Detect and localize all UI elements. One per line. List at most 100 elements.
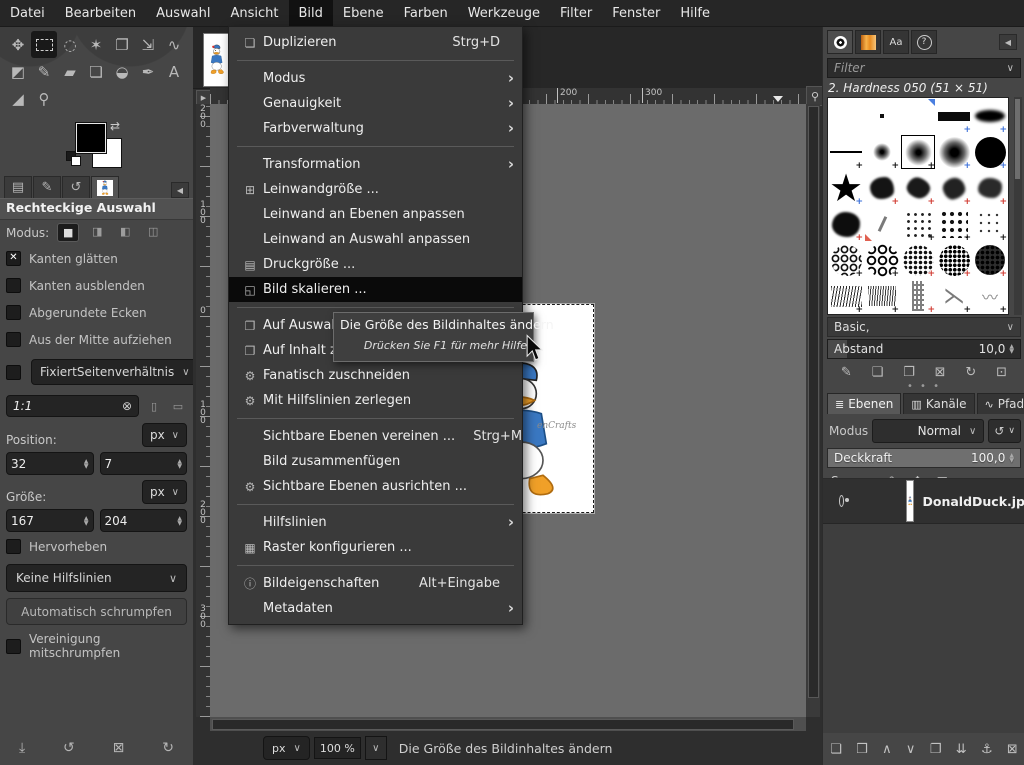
layer-row[interactable]: DonaldDuck.jp — [823, 479, 1024, 524]
brush-cell-cells-a[interactable]: + — [828, 242, 864, 278]
menubar-item-bearbeiten[interactable]: Bearbeiten — [55, 0, 146, 26]
portrait-orientation-button[interactable]: ▯ — [145, 398, 163, 414]
fixed-checkbox[interactable] — [6, 365, 21, 380]
brushes-tab[interactable] — [827, 30, 853, 54]
duplicate-brush-button[interactable]: ❐ — [903, 365, 915, 380]
vertical-scrollbar[interactable] — [806, 104, 820, 717]
paths-tool[interactable]: ✒ — [135, 58, 161, 85]
zoom-tool[interactable]: ⚲ — [31, 85, 57, 112]
menu-item-modus[interactable]: Modus› — [229, 66, 522, 91]
brush-cell-circle[interactable]: + — [972, 134, 1008, 170]
delete-layer-button[interactable]: ⊠ — [1007, 742, 1018, 757]
aus-der-mitte-aufziehen-checkbox[interactable] — [6, 332, 21, 347]
duplicate-layer-button[interactable]: ❐ — [930, 742, 942, 757]
opacity-slider[interactable]: Deckkraft 100,0 ▲▼ — [827, 448, 1021, 468]
collapse-dock-button[interactable]: ◀ — [171, 182, 189, 198]
mode-subtract-button[interactable]: ◧ — [115, 223, 135, 240]
landscape-orientation-button[interactable]: ▭ — [169, 398, 187, 414]
mode-replace-button[interactable]: ■ — [57, 223, 79, 242]
refresh-brushes-button[interactable]: ↻ — [965, 365, 976, 380]
menubar-item-fenster[interactable]: Fenster — [602, 0, 670, 26]
menubar-item-bild[interactable]: Bild — [289, 0, 333, 26]
size-width-field[interactable]: 167 ▲▼ — [6, 509, 94, 532]
brush-cell-grain-b[interactable]: + — [936, 242, 972, 278]
brush-cell-splat-a[interactable]: + — [864, 170, 900, 206]
brush-cell-scratch-a[interactable]: + — [828, 278, 864, 314]
spinner-arrows-icon[interactable]: ▲▼ — [84, 516, 89, 526]
guides-dropdown[interactable]: Keine Hilfslinien ∨ — [6, 564, 187, 592]
menubar-item-hilfe[interactable]: Hilfe — [670, 0, 720, 26]
size-height-field[interactable]: 204 ▲▼ — [100, 509, 188, 532]
menubar-item-auswahl[interactable]: Auswahl — [146, 0, 220, 26]
brush-cell-soft-s[interactable]: + — [864, 134, 900, 170]
brush-cell-ellipse[interactable]: + — [972, 98, 1008, 134]
menubar-item-ebene[interactable]: Ebene — [333, 0, 394, 26]
image-tab-thumbnail[interactable] — [203, 33, 230, 87]
brush-cell-dot-tiny[interactable] — [864, 98, 900, 134]
menubar-item-farben[interactable]: Farben — [394, 0, 458, 26]
brush-cell-slash[interactable] — [864, 206, 900, 242]
menu-item-mit-hilfslinien-zerlegen[interactable]: ⚙Mit Hilfslinien zerlegen — [229, 388, 522, 413]
restore-tool-options-button[interactable]: ↺ — [63, 740, 75, 756]
menu-item-leinwand-an-auswahl-anpassen[interactable]: Leinwand an Auswahl anpassen — [229, 227, 522, 252]
undo-history-tab[interactable]: ↺ — [62, 176, 90, 198]
edit-brush-button[interactable]: ✎ — [841, 365, 852, 380]
menu-item-duplizieren[interactable]: ❏DuplizierenStrg+D — [229, 30, 522, 55]
menubar-item-datei[interactable]: Datei — [0, 0, 55, 26]
brush-cell-soft-m[interactable]: + — [900, 134, 936, 170]
brush-cell-blank[interactable] — [900, 98, 936, 134]
images-tab[interactable] — [91, 176, 119, 198]
brush-cell-splat-d[interactable]: + — [972, 170, 1008, 206]
statusbar-unit-dropdown[interactable]: px ∨ — [263, 736, 310, 760]
brush-cell-grain-a[interactable]: + — [900, 242, 936, 278]
clone-tool[interactable]: ❏ — [83, 58, 109, 85]
vertical-ruler[interactable]: 2001000100200300 — [196, 104, 210, 717]
document-history-tab[interactable]: ? — [911, 30, 937, 54]
menu-item-druckgröße[interactable]: ▤Druckgröße ... — [229, 252, 522, 277]
mode-intersect-button[interactable]: ◫ — [143, 223, 163, 240]
canvas-menu-button[interactable]: ▶ — [196, 90, 211, 105]
brush-cell-star[interactable]: ★+ — [828, 170, 864, 206]
color-picker-tool[interactable]: ◢ — [5, 85, 31, 112]
layer-mode-switch-button[interactable]: ↺ ∨ — [988, 419, 1021, 443]
reset-tool-options-button[interactable]: ↻ — [162, 740, 174, 756]
bucket-fill-tool[interactable]: ◩ — [5, 58, 31, 85]
kanten-ausblenden-checkbox[interactable] — [6, 278, 21, 293]
menu-item-sichtbare-ebenen-ausrichten[interactable]: ⚙Sichtbare Ebenen ausrichten ... — [229, 474, 522, 499]
horizontal-scrollbar[interactable] — [210, 717, 806, 731]
unified-transform-tool[interactable]: ⇲ — [135, 31, 161, 58]
eraser-tool[interactable]: ▰ — [57, 58, 83, 85]
menu-item-leinwandgröße[interactable]: ⊞Leinwandgröße ... — [229, 177, 522, 202]
auto-shrink-button[interactable]: Automatisch schrumpfen — [6, 598, 187, 625]
spinner-arrows-icon[interactable]: ▲▼ — [177, 516, 182, 526]
fuzzy-select-tool[interactable]: ✶ — [83, 31, 109, 58]
brush-grid-scrollbar[interactable] — [1014, 97, 1022, 315]
paintbrush-tool[interactable]: ✎ — [31, 58, 57, 85]
scrollbar-thumb[interactable] — [212, 719, 794, 730]
fixed-aspect-button[interactable]: Fixiert Seitenverhältnis ∨ — [31, 359, 199, 385]
zoom-level-field[interactable]: 100 % — [314, 737, 361, 759]
menu-item-hilfslinien[interactable]: Hilfslinien› — [229, 510, 522, 535]
open-brush-as-image-button[interactable]: ⊡ — [996, 365, 1007, 380]
delete-brush-button[interactable]: ⊠ — [935, 365, 946, 380]
save-tool-options-button[interactable]: ⤓ — [19, 740, 25, 756]
menu-item-bild-zusammenfügen[interactable]: Bild zusammenfügen — [229, 449, 522, 474]
swap-colors-icon[interactable]: ⇄ — [110, 119, 120, 133]
delete-tool-options-button[interactable]: ⊠ — [113, 740, 125, 756]
menubar-item-werkzeuge[interactable]: Werkzeuge — [458, 0, 550, 26]
position-x-field[interactable]: 32 ▲▼ — [6, 452, 94, 475]
free-select-tool[interactable]: ◌ — [57, 31, 83, 58]
brush-group-dropdown[interactable]: Basic, ∨ — [827, 317, 1021, 337]
shrink-merged-checkbox[interactable] — [6, 639, 21, 654]
new-layer-button[interactable]: ❏ — [830, 742, 842, 757]
fonts-tab[interactable]: Aa — [883, 30, 909, 54]
brush-cell-sketch[interactable]: 〰+ — [972, 278, 1008, 314]
brush-cell-scratch-b[interactable]: + — [864, 278, 900, 314]
brush-cell-specks-c[interactable]: + — [972, 206, 1008, 242]
brush-cell-dashes[interactable]: + — [900, 278, 936, 314]
clear-icon[interactable]: ⊗ — [122, 399, 132, 413]
crop-tool[interactable]: ❐ — [109, 31, 135, 58]
tool-presets-tab[interactable]: ✎ — [33, 176, 61, 198]
rectangle-select-tool[interactable] — [31, 31, 57, 58]
raise-layer-button[interactable]: ∧ — [882, 742, 892, 757]
